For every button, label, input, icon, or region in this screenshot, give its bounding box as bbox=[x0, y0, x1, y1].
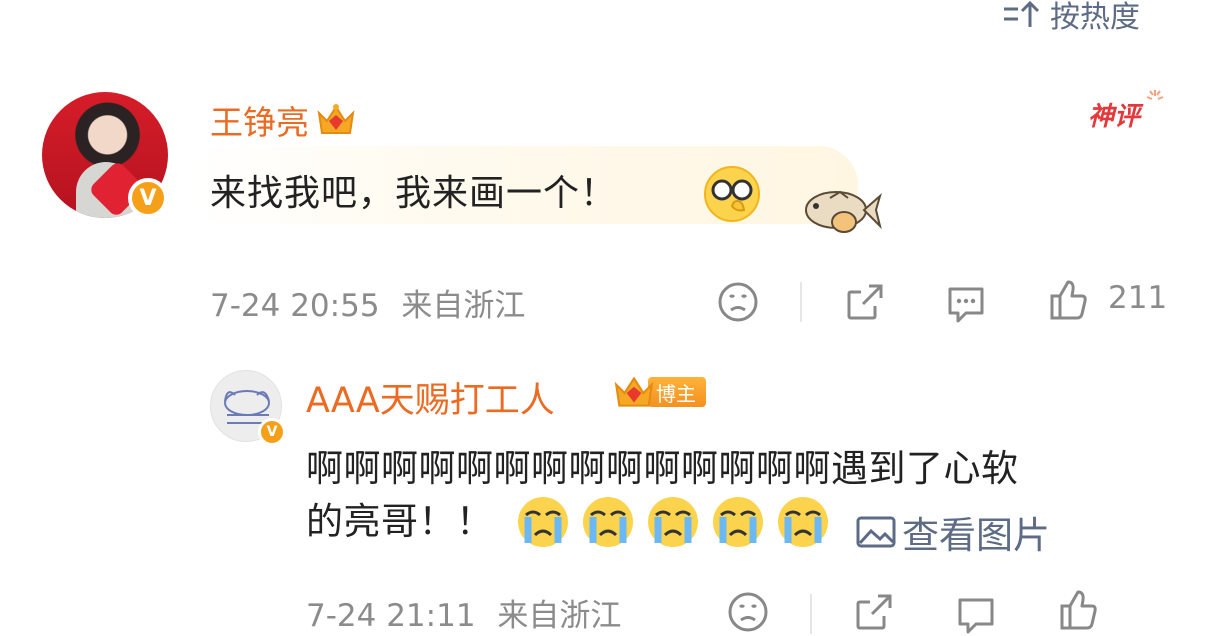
crying-emoji-icon bbox=[777, 497, 828, 547]
timestamp: 7-24 20:55 bbox=[210, 288, 380, 324]
divider bbox=[800, 282, 802, 322]
like-icon[interactable] bbox=[1056, 588, 1100, 632]
username-row: 王铮亮 bbox=[210, 96, 357, 144]
reply-meta: 7-24 21:11 来自浙江 bbox=[306, 590, 621, 635]
like-count: 211 bbox=[1108, 280, 1168, 316]
blogger-badge-label: 博主 bbox=[648, 377, 706, 407]
image-icon bbox=[856, 516, 896, 548]
crown-icon bbox=[317, 104, 355, 134]
view-image-link[interactable]: 查看图片 bbox=[856, 505, 1050, 559]
crying-emoji-icon bbox=[647, 497, 698, 547]
view-image-label: 查看图片 bbox=[902, 514, 1050, 557]
crying-emoji-icon bbox=[712, 497, 763, 547]
share-icon[interactable] bbox=[843, 280, 887, 324]
crying-emoji-icon bbox=[517, 497, 568, 547]
comment-text: 来找我吧，我来画一个！ bbox=[210, 173, 618, 214]
shenping-badge: 神评 bbox=[1088, 90, 1164, 133]
comment-icon[interactable] bbox=[954, 592, 998, 636]
reply-text-line2-row: 的亮哥！！ bbox=[306, 490, 1186, 554]
shenping-label: 神评 bbox=[1088, 102, 1141, 132]
crying-emoji-group bbox=[516, 495, 830, 549]
reply-timestamp: 7-24 21:11 bbox=[306, 598, 476, 634]
divider bbox=[810, 594, 812, 634]
username[interactable]: 王铮亮 bbox=[210, 96, 309, 144]
comment-meta: 7-24 20:55 来自浙江 bbox=[210, 280, 525, 325]
glasses-emoji-icon bbox=[704, 166, 760, 222]
crown-icon bbox=[614, 376, 654, 407]
verified-badge-icon: V bbox=[128, 178, 168, 218]
fish-sticker-icon bbox=[805, 190, 882, 233]
verified-badge-icon: V bbox=[258, 418, 286, 446]
dislike-icon[interactable] bbox=[716, 280, 760, 324]
like-icon[interactable] bbox=[1046, 278, 1090, 322]
share-icon[interactable] bbox=[852, 590, 896, 634]
comment-icon[interactable] bbox=[944, 281, 988, 325]
dislike-icon[interactable] bbox=[726, 590, 770, 634]
shenping-icon bbox=[1146, 90, 1164, 100]
sort-by-hotness-button[interactable]: 按热度 bbox=[1000, 0, 1140, 35]
reply-text-line2: 的亮哥！！ bbox=[306, 500, 494, 543]
location: 来自浙江 bbox=[401, 288, 526, 324]
sort-icon bbox=[1004, 0, 1040, 27]
blogger-badge: 博主 bbox=[612, 370, 706, 414]
reply-location: 来自浙江 bbox=[497, 598, 622, 634]
reply-username[interactable]: AAA天赐打工人 bbox=[306, 372, 555, 423]
reply-text: 啊啊啊啊啊啊啊啊啊啊啊啊啊啊遇到了心软 的亮哥！！ bbox=[306, 444, 1186, 554]
reply-text-line1: 啊啊啊啊啊啊啊啊啊啊啊啊啊啊遇到了心软 bbox=[306, 447, 1019, 490]
sort-label: 按热度 bbox=[1050, 0, 1140, 35]
crying-emoji-icon bbox=[582, 497, 633, 547]
